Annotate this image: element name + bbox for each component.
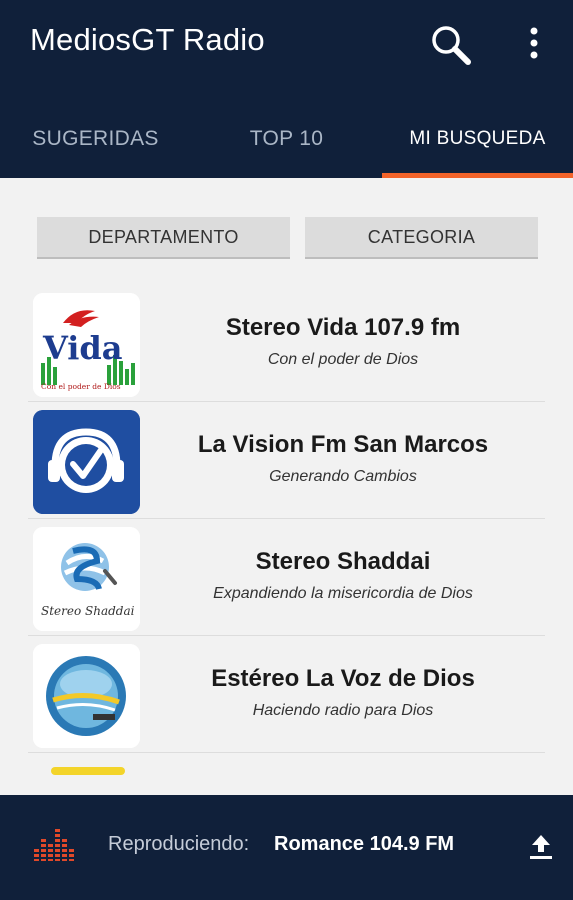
app-bar: MediosGT Radio SUGERIDAS TOP 10 MI BUSQU… — [0, 0, 573, 178]
station-item[interactable]: Stereo Shaddai Stereo Shaddai Expandiend… — [28, 519, 545, 636]
station-logo-la-vision — [33, 410, 140, 514]
station-info: La Vision Fm San Marcos Generando Cambio… — [148, 402, 538, 518]
now-playing-station: Romance 104.9 FM — [274, 833, 455, 855]
svg-text:Vida: Vida — [42, 329, 123, 367]
station-item[interactable] — [28, 753, 545, 792]
station-list: Vida Con el poder de Dios Stereo Vida 10… — [28, 285, 545, 792]
svg-text:Stereo Shaddai: Stereo Shaddai — [41, 604, 135, 618]
station-info: Estéreo La Voz de Dios Haciendo radio pa… — [148, 636, 538, 752]
station-item[interactable]: Estéreo La Voz de Dios Haciendo radio pa… — [28, 636, 545, 753]
search-button[interactable] — [428, 22, 474, 68]
station-slogan: Haciendo radio para Dios — [252, 701, 434, 719]
station-logo-vida: Vida Con el poder de Dios — [33, 293, 140, 397]
department-filter-button[interactable]: DEPARTAMENTO — [37, 217, 290, 259]
station-logo-partial — [33, 761, 140, 792]
station-item[interactable]: La Vision Fm San Marcos Generando Cambio… — [28, 402, 545, 519]
station-slogan: Expandiendo la misericordia de Dios — [213, 584, 473, 602]
tab-top-10[interactable]: TOP 10 — [191, 100, 382, 178]
station-info: Stereo Shaddai Expandiendo la misericord… — [148, 519, 538, 635]
station-slogan: Con el poder de Dios — [267, 350, 419, 368]
active-tab-indicator — [382, 173, 573, 178]
more-options-button[interactable] — [520, 22, 548, 66]
equalizer-icon — [34, 829, 74, 861]
now-playing-bar[interactable]: Reproduciendo: Romance 104.9 FM — [0, 795, 573, 900]
station-name: La Vision Fm San Marcos — [197, 430, 489, 458]
station-slogan: Generando Cambios — [269, 467, 417, 485]
search-icon — [432, 26, 471, 65]
station-logo-shaddai: Stereo Shaddai — [33, 527, 140, 631]
station-name: Stereo Vida 107.9 fm — [225, 313, 461, 341]
svg-text:Con el poder de Dios: Con el poder de Dios — [41, 382, 121, 391]
station-info: Stereo Vida 107.9 fm Con el poder de Dio… — [148, 285, 538, 401]
tab-bar: SUGERIDAS TOP 10 MI BUSQUEDA — [0, 100, 573, 178]
tab-sugeridas[interactable]: SUGERIDAS — [0, 100, 191, 178]
upload-icon — [530, 835, 552, 859]
category-filter-button[interactable]: CATEGORIA — [305, 217, 538, 259]
expand-player-button[interactable] — [528, 833, 554, 861]
station-name: Estéreo La Voz de Dios — [211, 664, 475, 692]
station-item[interactable]: Vida Con el poder de Dios Stereo Vida 10… — [28, 285, 545, 402]
station-name: Stereo Shaddai — [255, 547, 431, 575]
now-playing-label: Reproduciendo: — [108, 833, 250, 855]
station-logo-la-voz-de-dios — [33, 644, 140, 748]
more-vert-icon — [530, 27, 538, 59]
app-title: MediosGT Radio — [30, 22, 265, 57]
tab-mi-busqueda[interactable]: MI BUSQUEDA — [382, 100, 573, 178]
